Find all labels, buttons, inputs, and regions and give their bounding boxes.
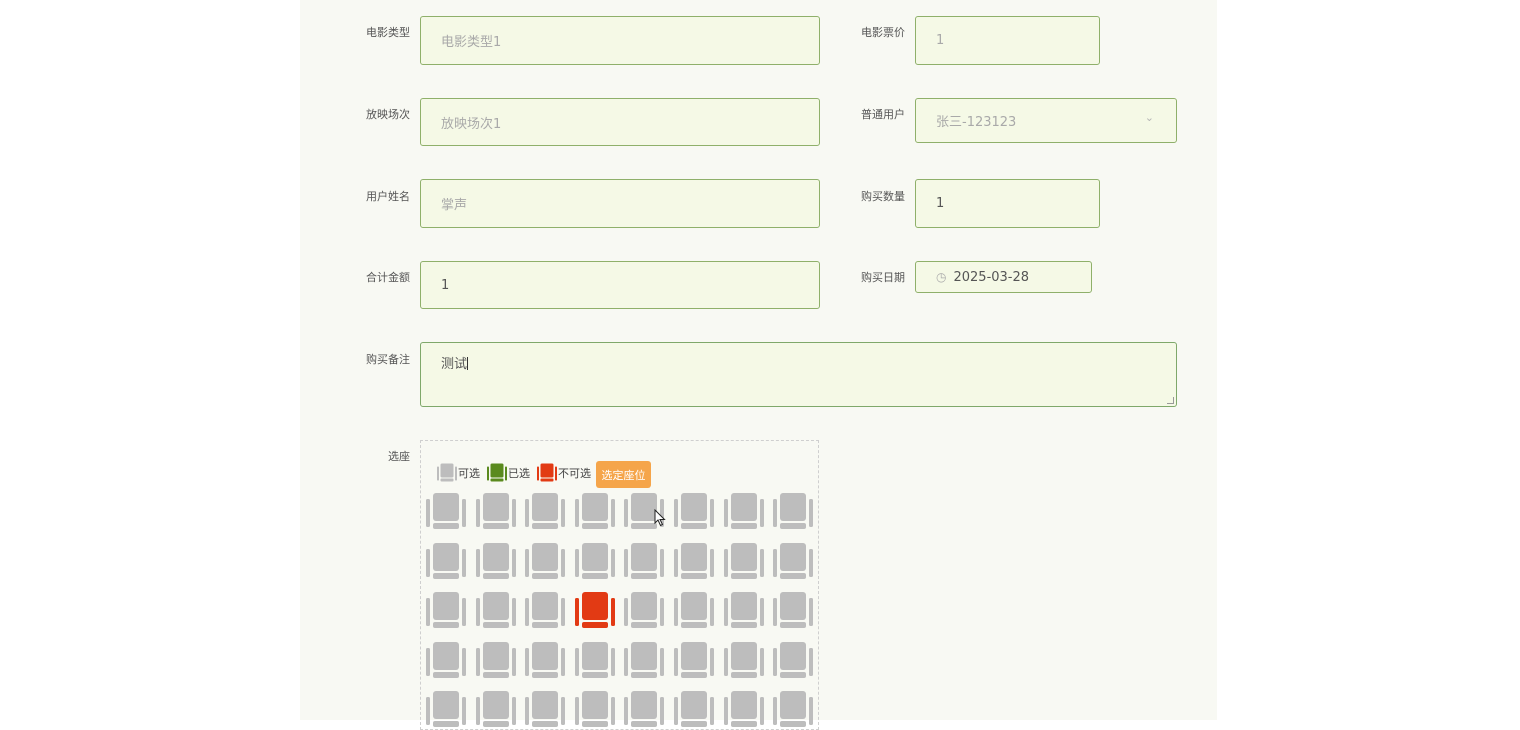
quantity-value: 1 bbox=[936, 196, 945, 211]
mouse-cursor-icon bbox=[654, 509, 666, 527]
seat-available[interactable] bbox=[724, 642, 764, 680]
movie-type-field[interactable]: 电影类型1 bbox=[420, 16, 820, 65]
seat-available[interactable] bbox=[624, 642, 664, 680]
purchase-date-label: 购买日期 bbox=[861, 271, 905, 284]
seat-available[interactable] bbox=[773, 642, 813, 680]
seat-available[interactable] bbox=[624, 592, 664, 630]
seat-available[interactable] bbox=[773, 592, 813, 630]
seat-available[interactable] bbox=[525, 493, 565, 531]
seat-available[interactable] bbox=[575, 493, 615, 531]
regular-user-select[interactable]: 张三-123123 ⌄ bbox=[915, 98, 1177, 143]
ticket-price-placeholder: 1 bbox=[936, 33, 945, 48]
purchase-date-value: 2025-03-28 bbox=[953, 269, 1030, 285]
regular-user-value: 张三-123123 bbox=[936, 115, 1017, 130]
seat-available[interactable] bbox=[426, 592, 466, 630]
seat-available[interactable] bbox=[773, 543, 813, 581]
seat-available[interactable] bbox=[674, 592, 714, 630]
showing-placeholder: 放映场次1 bbox=[441, 116, 502, 132]
seat-available[interactable] bbox=[624, 543, 664, 581]
legend-available-label: 可选 bbox=[458, 467, 480, 480]
seat-available[interactable] bbox=[426, 691, 466, 729]
seat-available[interactable] bbox=[525, 592, 565, 630]
select-seat-button[interactable]: 选定座位 bbox=[596, 461, 651, 488]
seat-available[interactable] bbox=[426, 493, 466, 531]
chevron-down-icon: ⌄ bbox=[1144, 111, 1154, 124]
seat-available[interactable] bbox=[724, 543, 764, 581]
seat-available[interactable] bbox=[674, 493, 714, 531]
seat-available[interactable] bbox=[575, 691, 615, 729]
user-name-field[interactable]: 掌声 bbox=[420, 179, 820, 228]
showing-field[interactable]: 放映场次1 bbox=[420, 98, 820, 146]
seat-available[interactable] bbox=[525, 543, 565, 581]
seat-available[interactable] bbox=[773, 691, 813, 729]
clock-icon: ◷ bbox=[936, 270, 947, 284]
seat-available[interactable] bbox=[476, 592, 516, 630]
legend-selected: 已选 bbox=[487, 463, 530, 483]
seat-unavailable[interactable] bbox=[575, 592, 615, 630]
seat-available[interactable] bbox=[426, 642, 466, 680]
seat-available[interactable] bbox=[426, 543, 466, 581]
seat-available[interactable] bbox=[674, 543, 714, 581]
quantity-label: 购买数量 bbox=[861, 190, 905, 203]
seat-available[interactable] bbox=[525, 691, 565, 729]
movie-type-placeholder: 电影类型1 bbox=[441, 35, 502, 50]
seat-selection-label: 选座 bbox=[388, 450, 410, 463]
showing-label: 放映场次 bbox=[366, 108, 410, 121]
seat-available[interactable] bbox=[575, 642, 615, 680]
seat-unavailable-icon bbox=[537, 463, 557, 482]
seat-available[interactable] bbox=[674, 642, 714, 680]
legend-unavailable: 不可选 bbox=[537, 463, 591, 483]
text-caret bbox=[467, 357, 469, 370]
regular-user-label: 普通用户 bbox=[861, 108, 905, 121]
legend-selected-label: 已选 bbox=[508, 467, 530, 480]
ticket-price-field[interactable]: 1 bbox=[915, 16, 1100, 65]
seat-available[interactable] bbox=[724, 592, 764, 630]
remark-value: 测试 bbox=[441, 357, 468, 372]
total-field[interactable]: 1 bbox=[420, 261, 820, 309]
purchase-date-picker[interactable]: ◷ 2025-03-28 bbox=[915, 261, 1092, 293]
seat-available[interactable] bbox=[476, 493, 516, 531]
quantity-field[interactable]: 1 bbox=[915, 179, 1100, 228]
total-value: 1 bbox=[441, 277, 450, 293]
remark-label: 购买备注 bbox=[366, 353, 410, 366]
movie-type-label: 电影类型 bbox=[366, 26, 410, 39]
seat-available-icon bbox=[437, 463, 457, 482]
total-label: 合计金额 bbox=[366, 271, 410, 284]
seat-available[interactable] bbox=[674, 691, 714, 729]
seat-selected-icon bbox=[487, 463, 507, 482]
resize-handle-icon[interactable] bbox=[1167, 397, 1174, 404]
legend-unavailable-label: 不可选 bbox=[558, 467, 591, 480]
user-name-placeholder: 掌声 bbox=[441, 198, 468, 213]
legend-available: 可选 bbox=[437, 463, 480, 483]
seat-available[interactable] bbox=[724, 691, 764, 729]
seat-available[interactable] bbox=[773, 493, 813, 531]
remark-textarea[interactable]: 测试 bbox=[420, 342, 1177, 407]
ticket-price-label: 电影票价 bbox=[861, 26, 905, 39]
seat-available[interactable] bbox=[476, 691, 516, 729]
seat-available[interactable] bbox=[525, 642, 565, 680]
seat-available[interactable] bbox=[575, 543, 615, 581]
seat-available[interactable] bbox=[476, 543, 516, 581]
user-name-label: 用户姓名 bbox=[366, 190, 410, 203]
seat-available[interactable] bbox=[724, 493, 764, 531]
seat-available[interactable] bbox=[476, 642, 516, 680]
seat-available[interactable] bbox=[624, 691, 664, 729]
